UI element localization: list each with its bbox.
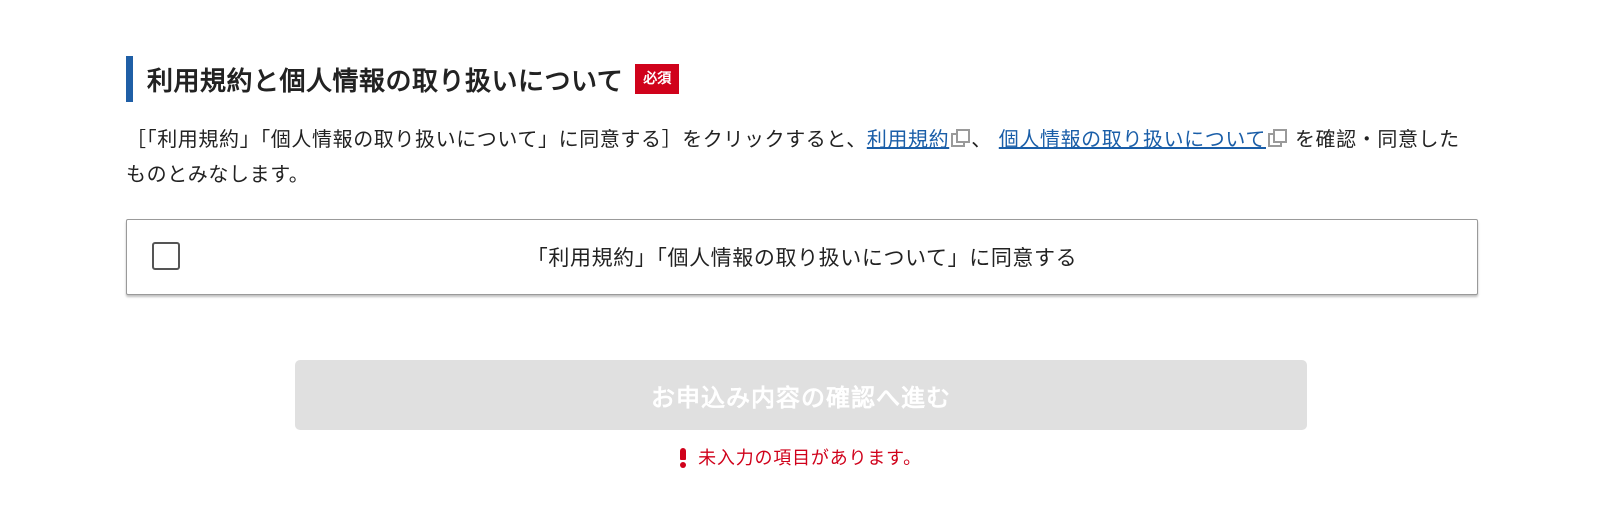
description-prefix: ［「利用規約」「個人情報の取り扱いについて」に同意する］をクリックすると、	[126, 127, 867, 151]
section-title: 利用規約と個人情報の取り扱いについて	[147, 66, 624, 97]
terms-section: 利用規約と個人情報の取り扱いについて 必須 ［「利用規約」「個人情報の取り扱いに…	[126, 56, 1478, 192]
validation-error: 未入力の項目があります。	[0, 444, 1600, 470]
agree-checkbox-label[interactable]: 「利用規約」「個人情報の取り扱いについて」に同意する	[127, 242, 1477, 272]
privacy-link-label: 個人情報の取り扱いについて	[998, 127, 1266, 151]
agree-checkbox[interactable]	[152, 242, 180, 270]
error-message: 未入力の項目があります。	[698, 448, 922, 469]
terms-description: ［「利用規約」「個人情報の取り扱いについて」に同意する］をクリックすると、利用規…	[126, 122, 1478, 192]
agree-checkbox-row[interactable]: 「利用規約」「個人情報の取り扱いについて」に同意する	[126, 219, 1478, 295]
proceed-to-confirmation-button[interactable]: お申込み内容の確認へ進む	[295, 360, 1307, 430]
external-link-icon	[1267, 129, 1288, 149]
external-link-icon	[951, 129, 971, 149]
exclamation-icon	[678, 446, 688, 468]
section-heading: 利用規約と個人情報の取り扱いについて 必須	[126, 56, 1478, 102]
heading-accent-bar	[126, 56, 133, 102]
privacy-link[interactable]: 個人情報の取り扱いについて	[999, 127, 1288, 151]
terms-link[interactable]: 利用規約	[867, 127, 971, 151]
link-separator: 、	[971, 127, 999, 151]
required-badge: 必須	[635, 64, 680, 94]
terms-link-label: 利用規約	[866, 127, 950, 151]
